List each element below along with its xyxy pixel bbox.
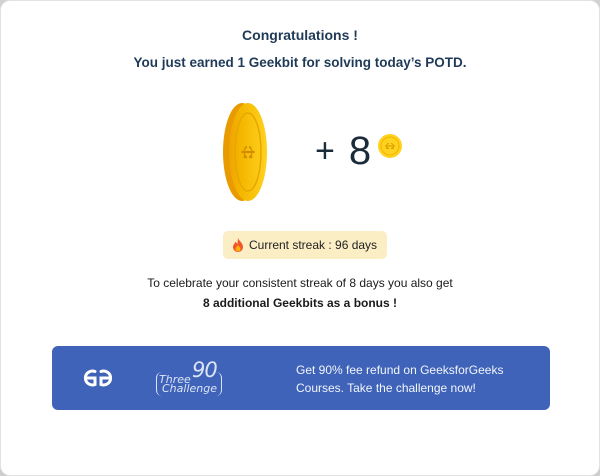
challenge-word-text: Challenge	[162, 382, 217, 395]
reward-amount: + 8	[315, 131, 403, 171]
gfg-coin-icon	[378, 134, 403, 158]
streak-label: Current streak : 96 days	[249, 238, 378, 252]
fire-icon	[233, 238, 243, 252]
plus-sign: +	[315, 132, 335, 170]
bonus-description: To celebrate your consistent streak of 8…	[147, 276, 453, 290]
bonus-amount-text: 8 additional Geekbits as a bonus !	[202, 296, 398, 310]
gfg-logo-icon	[83, 369, 113, 387]
potd-reward-modal: Congratulations ! You just earned 1 Geek…	[0, 0, 600, 476]
gfg-coin-large-icon	[223, 103, 267, 201]
promo-line-2: Courses. Take the challenge now!	[296, 381, 476, 395]
congrats-title: Congratulations !	[242, 27, 358, 43]
earned-geekbit-message: You just earned 1 Geekbit for solving to…	[133, 55, 467, 70]
geekbit-amount: 8	[348, 129, 372, 173]
streak-badge: Current streak : 96 days	[223, 231, 388, 259]
refund-promo-text[interactable]: Get 90% fee refund on GeeksforGeeks Cour…	[296, 361, 536, 397]
promo-line-1: Get 90% fee refund on GeeksforGeeks	[296, 363, 504, 377]
ninety-day-challenge-banner[interactable]: Three 90 Challenge Get 90% fee refund on…	[52, 346, 550, 410]
challenge-ninety-text: 90	[192, 358, 218, 382]
three-90-challenge-logo: Three 90 Challenge	[156, 358, 228, 398]
